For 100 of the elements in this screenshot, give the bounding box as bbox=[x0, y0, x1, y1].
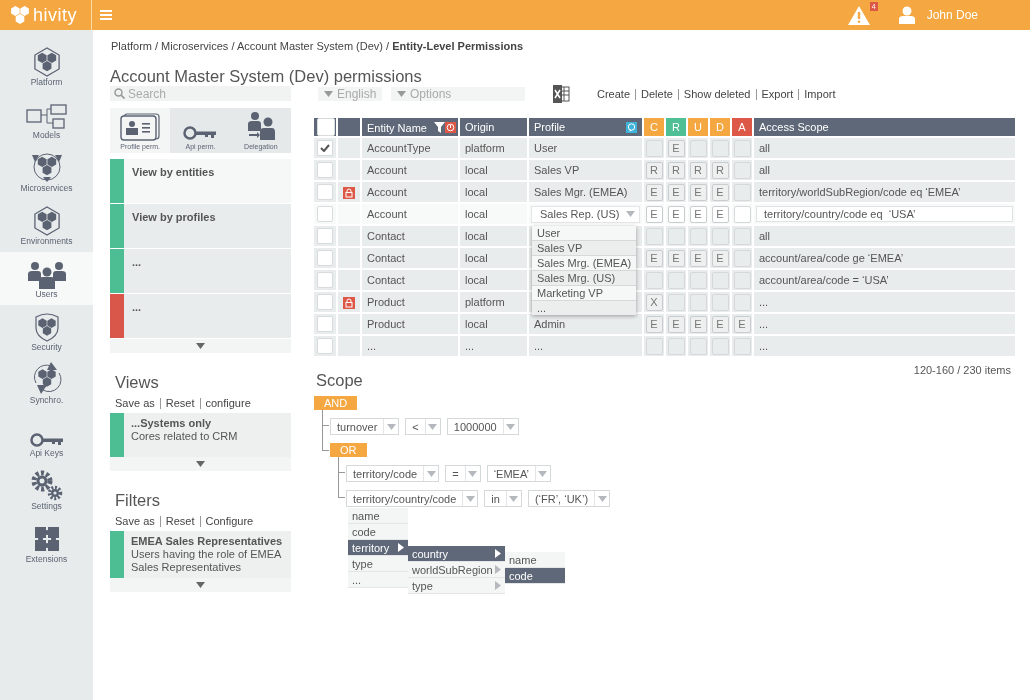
nav-item[interactable]: Platform bbox=[0, 40, 93, 93]
filter-icon[interactable] bbox=[434, 122, 445, 134]
permission-toggle[interactable] bbox=[733, 249, 751, 267]
menu-item[interactable]: territory bbox=[348, 540, 408, 556]
column-header[interactable]: A bbox=[731, 117, 753, 137]
menu-item[interactable]: code bbox=[348, 524, 408, 540]
profile-dropdown[interactable]: Sales Rep. (US) bbox=[531, 205, 640, 223]
permission-toggle[interactable] bbox=[733, 205, 751, 223]
alert-icon[interactable] bbox=[445, 122, 456, 134]
list-item[interactable]: ...Systems only Cores related to CRM bbox=[110, 413, 291, 457]
link[interactable]: configure bbox=[199, 398, 256, 409]
link[interactable]: Reset bbox=[159, 516, 200, 527]
list-item[interactable]: View by profiles bbox=[110, 204, 291, 248]
permission-toggle[interactable]: E bbox=[667, 139, 685, 157]
permission-toggle[interactable]: R bbox=[645, 161, 663, 179]
permission-toggle[interactable] bbox=[667, 337, 685, 355]
permission-toggle[interactable]: R bbox=[711, 161, 729, 179]
permission-toggle[interactable] bbox=[689, 139, 707, 157]
permission-toggle[interactable] bbox=[733, 227, 751, 245]
field-dropdown[interactable]: territory/country/code bbox=[346, 490, 479, 507]
permission-toggle[interactable]: X bbox=[645, 293, 663, 311]
table-row[interactable]: AccountType platform User E all bbox=[313, 137, 1016, 159]
permission-toggle[interactable]: E bbox=[689, 249, 707, 267]
permission-toggle[interactable]: E bbox=[667, 315, 685, 333]
checkbox[interactable] bbox=[317, 140, 333, 156]
permission-toggle[interactable] bbox=[711, 139, 729, 157]
permission-toggle[interactable]: E bbox=[711, 315, 729, 333]
permission-toggle[interactable] bbox=[645, 139, 663, 157]
checkbox[interactable] bbox=[317, 184, 333, 200]
permission-toggle[interactable]: E bbox=[711, 183, 729, 201]
search-field[interactable]: Search bbox=[110, 86, 291, 101]
permission-toggle[interactable] bbox=[711, 337, 729, 355]
table-row[interactable]: Product local Admin E E E E E ... bbox=[313, 313, 1016, 335]
column-header[interactable]: Entity Name bbox=[361, 117, 459, 137]
menu-item[interactable]: type bbox=[408, 578, 505, 594]
permission-toggle[interactable]: E bbox=[711, 205, 729, 223]
permission-toggle[interactable] bbox=[733, 139, 751, 157]
nav-item[interactable]: Security bbox=[0, 305, 93, 358]
permission-toggle[interactable] bbox=[667, 227, 685, 245]
permission-toggle[interactable] bbox=[733, 337, 751, 355]
permission-toggle[interactable]: E bbox=[667, 205, 685, 223]
list-item[interactable]: EMEA Sales Representatives Users having the role of EMEA Sales Representatives bbox=[110, 531, 291, 578]
scroll-down-button[interactable] bbox=[110, 578, 291, 592]
menu-item[interactable]: type bbox=[348, 556, 408, 572]
link[interactable]: Import bbox=[798, 88, 841, 100]
nav-item[interactable]: Settings bbox=[0, 464, 93, 517]
permission-toggle[interactable] bbox=[689, 271, 707, 289]
permission-toggle[interactable]: E bbox=[689, 183, 707, 201]
user-icon[interactable] bbox=[898, 6, 915, 24]
permission-toggle[interactable]: R bbox=[667, 161, 685, 179]
field-dropdown[interactable]: turnover bbox=[330, 418, 400, 435]
operator-dropdown[interactable]: = bbox=[445, 465, 481, 482]
scroll-down-button[interactable] bbox=[110, 339, 291, 353]
list-item[interactable]: View by entities bbox=[110, 159, 291, 203]
checkbox[interactable] bbox=[317, 250, 333, 266]
checkbox[interactable] bbox=[317, 206, 333, 222]
chat-icon[interactable] bbox=[626, 122, 637, 133]
checkbox[interactable] bbox=[317, 294, 333, 310]
nav-item[interactable]: Synchro. bbox=[0, 358, 93, 411]
menu-item[interactable]: name bbox=[505, 552, 565, 568]
permission-toggle[interactable] bbox=[733, 271, 751, 289]
scroll-down-button[interactable] bbox=[110, 457, 291, 471]
nav-item[interactable]: Environments bbox=[0, 199, 93, 252]
value-dropdown[interactable]: ‘EMEA’ bbox=[486, 465, 551, 482]
menu-item[interactable]: country bbox=[408, 546, 505, 562]
permission-toggle[interactable] bbox=[711, 271, 729, 289]
menu-item[interactable]: code bbox=[505, 568, 565, 584]
nav-item[interactable]: Users bbox=[0, 252, 93, 305]
permission-toggle[interactable] bbox=[711, 293, 729, 311]
list-item[interactable]: ... bbox=[110, 294, 291, 338]
checkbox[interactable] bbox=[317, 272, 333, 288]
permission-toggle[interactable] bbox=[689, 293, 707, 311]
permission-toggle[interactable] bbox=[645, 227, 663, 245]
menu-item[interactable]: worldSubRegion bbox=[408, 562, 505, 578]
menu-item[interactable]: Sales Mrg. (US) bbox=[532, 271, 636, 286]
table-row[interactable]: Account local Sales Mgr. (EMEA) E E E E territory/worldSubRegion/code eq ‘EMEA’ bbox=[313, 181, 1016, 203]
nav-item[interactable]: Api Keys bbox=[0, 411, 93, 464]
permission-toggle[interactable]: E bbox=[667, 249, 685, 267]
link[interactable]: Show deleted bbox=[677, 88, 756, 100]
permission-toggle[interactable]: E bbox=[645, 205, 663, 223]
permission-toggle[interactable]: E bbox=[689, 205, 707, 223]
permission-toggle[interactable]: E bbox=[645, 315, 663, 333]
permission-toggle[interactable] bbox=[667, 271, 685, 289]
operator-dropdown[interactable]: in bbox=[484, 490, 522, 507]
table-row[interactable]: ... ... ... ... bbox=[313, 335, 1016, 357]
permission-toggle[interactable]: E bbox=[645, 183, 663, 201]
permission-toggle[interactable] bbox=[733, 161, 751, 179]
menu-item[interactable]: ... bbox=[532, 301, 636, 315]
permission-toggle[interactable] bbox=[667, 293, 685, 311]
link[interactable]: Reset bbox=[159, 398, 200, 409]
permission-toggle[interactable]: E bbox=[645, 249, 663, 267]
permission-toggle[interactable]: E bbox=[711, 249, 729, 267]
permission-toggle[interactable] bbox=[689, 337, 707, 355]
menu-item[interactable]: name bbox=[348, 508, 408, 524]
nav-item[interactable]: Models bbox=[0, 93, 93, 146]
link[interactable]: Save as bbox=[115, 398, 160, 409]
link[interactable]: Create bbox=[597, 88, 636, 100]
nav-item[interactable]: Microservices bbox=[0, 146, 93, 199]
list-item[interactable]: ... bbox=[110, 249, 291, 293]
operator-dropdown[interactable]: < bbox=[405, 418, 441, 435]
